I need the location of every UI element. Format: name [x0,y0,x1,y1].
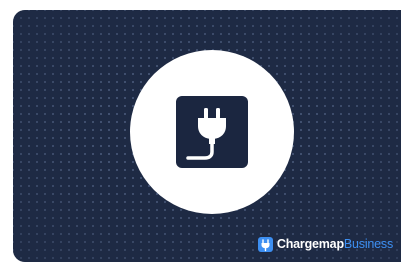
brand-name: Chargemap [276,237,344,251]
brand-wordmark: ChargemapBusiness [277,237,393,251]
business-card: ChargemapBusiness [13,10,401,262]
plug-icon [176,96,248,168]
brand-suffix: Business [343,237,393,251]
brand-logo: ChargemapBusiness [257,236,393,252]
chargemap-logo-icon [257,236,273,252]
icon-circle [130,50,294,214]
